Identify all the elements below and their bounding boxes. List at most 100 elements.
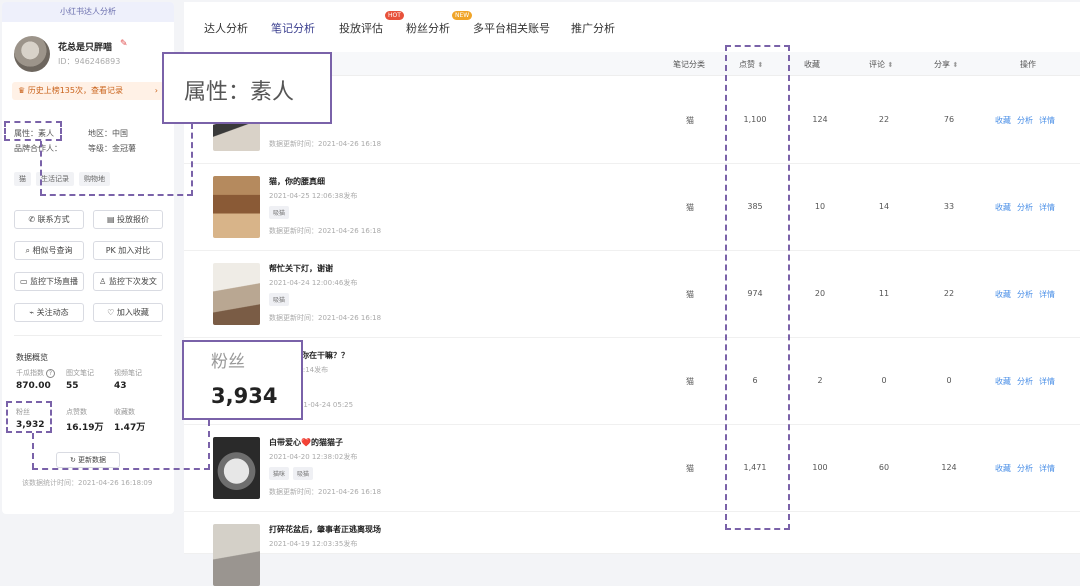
analyze-link[interactable]: 分析	[1017, 290, 1033, 299]
col-actions: 操作	[1020, 60, 1036, 69]
col-comments[interactable]: 评论 ⬍	[869, 59, 893, 70]
analyze-link[interactable]: 分析	[1017, 377, 1033, 386]
hot-badge: HOT	[385, 11, 404, 20]
note-thumbnail[interactable]	[213, 176, 260, 238]
favorite-link[interactable]: 收藏	[995, 116, 1011, 125]
profile: 花总是只胖喵 ✎ ID：946246893	[14, 36, 164, 76]
stat-favorites: 收藏数 1.47万	[114, 407, 145, 433]
tag[interactable]: 猫	[14, 172, 31, 186]
note-shares: 124	[941, 463, 957, 472]
note-comments: 11	[878, 289, 890, 298]
note-date: 2021-04-24 12:00:46发布	[269, 279, 358, 287]
pin-icon: ✎	[120, 39, 128, 49]
note-title[interactable]: 白带爱心❤️的猫猫子	[269, 437, 343, 448]
note-title[interactable]: 打碎花盆后，肇事者正逃离现场	[269, 524, 381, 535]
attribute-highlight	[4, 121, 62, 141]
table-row: 好家伙，你在干嘛？？…3 12:04:14发布…间：2021-04-24 05:…	[184, 338, 1080, 425]
note-tag: 吸猫	[269, 206, 290, 219]
stat-value: 55	[66, 381, 79, 391]
favorite-label: 加入收藏	[116, 308, 149, 317]
connector	[32, 468, 210, 470]
favorite-link[interactable]: 收藏	[995, 377, 1011, 386]
note-category: 猫	[686, 290, 694, 299]
contact-label: 联系方式	[37, 215, 70, 224]
note-shares: 0	[946, 376, 952, 385]
tab-note-analysis[interactable]: 笔记分析	[271, 20, 315, 36]
monitor-live-button[interactable]: ▭ 监控下场直播	[14, 272, 84, 291]
note-favorites: 124	[812, 115, 828, 124]
analyze-link[interactable]: 分析	[1017, 203, 1033, 212]
analyze-link[interactable]: 分析	[1017, 116, 1033, 125]
connector	[32, 433, 34, 469]
note-update-time: 数据更新时间：2021-04-26 16:18	[269, 314, 382, 322]
note-thumbnail[interactable]	[213, 437, 260, 499]
note-tags: 吸猫	[269, 293, 290, 306]
note-tag: 吸猫	[269, 293, 290, 306]
note-comments: 22	[878, 115, 890, 124]
detail-link[interactable]: 详情	[1039, 203, 1055, 212]
note-shares: 33	[943, 202, 955, 211]
tab-blogger-analysis[interactable]: 达人分析	[204, 20, 248, 36]
note-title[interactable]: 帮忙关下灯，谢谢	[269, 263, 333, 274]
refresh-button[interactable]: ↻ 更新数据	[56, 452, 120, 468]
col-shares[interactable]: 分享 ⬍	[934, 59, 958, 70]
note-comments: 14	[878, 202, 890, 211]
avatar[interactable]	[14, 36, 50, 72]
stat-label: 千瓜指数	[16, 369, 44, 377]
favorite-link[interactable]: 收藏	[995, 203, 1011, 212]
compare-button[interactable]: PK 加入对比	[93, 241, 163, 260]
analyze-link[interactable]: 分析	[1017, 464, 1033, 473]
tab-fans-analysis[interactable]: 粉丝分析	[406, 20, 450, 36]
detail-link[interactable]: 详情	[1039, 290, 1055, 299]
similar-search-button[interactable]: ⌕ 相似号查询	[14, 241, 84, 260]
connector	[40, 194, 193, 196]
video-icon: ▭	[19, 277, 31, 286]
follow-button[interactable]: ⌁ 关注动态	[14, 303, 84, 322]
tab-ad-evaluation[interactable]: 投放评估	[339, 20, 383, 36]
note-thumbnail[interactable]	[213, 263, 260, 325]
note-thumbnail[interactable]	[213, 524, 260, 586]
stat-value: 43	[114, 381, 127, 391]
stat-value: 1.47万	[114, 423, 146, 433]
tag[interactable]: 购物地	[79, 172, 110, 186]
note-shares: 22	[943, 289, 955, 298]
tab-multi-platform[interactable]: 多平台相关账号	[473, 20, 550, 36]
contact-button[interactable]: ✆ 联系方式	[14, 210, 84, 229]
history-link[interactable]: ♛ 历史上榜135次，查看记录 ›	[12, 82, 164, 100]
note-title[interactable]: 猫，你的腰真细	[269, 176, 325, 187]
favorite-link[interactable]: 收藏	[995, 464, 1011, 473]
divider	[14, 335, 162, 336]
row-actions: 收藏 分析 详情	[995, 115, 1061, 126]
note-update-time: 数据更新时间：2021-04-26 16:18	[269, 227, 382, 235]
sort-icon: ⬍	[952, 61, 959, 69]
table-row: 帮忙关下灯，谢谢 2021-04-24 12:00:46发布吸猫数据更新时间：20…	[184, 251, 1080, 338]
col-comments-label: 评论	[869, 60, 885, 69]
brand-partner-text: 品牌合作人：	[14, 144, 62, 153]
compare-label: PK 加入对比	[105, 246, 151, 255]
note-comments: 0	[881, 376, 887, 385]
tab-promotion[interactable]: 推广分析	[571, 20, 615, 36]
detail-link[interactable]: 详情	[1039, 464, 1055, 473]
help-icon[interactable]: ?	[46, 369, 55, 378]
fans-callout: 粉丝 3,934	[182, 340, 303, 420]
quote-button[interactable]: ▤ 投放报价	[93, 210, 163, 229]
row-actions: 收藏 分析 详情	[995, 202, 1061, 213]
detail-link[interactable]: 详情	[1039, 377, 1055, 386]
chart-icon: ⌁	[29, 308, 37, 317]
stat-index: 千瓜指数? 870.00	[16, 368, 55, 391]
monitor-post-button[interactable]: ♙ 监控下次发文	[93, 272, 163, 291]
col-category: 笔记分类	[673, 60, 705, 69]
note-tag: 猫咪	[269, 467, 290, 480]
history-text: 历史上榜135次，查看记录	[27, 86, 123, 95]
favorite-link[interactable]: 收藏	[995, 290, 1011, 299]
favorite-button[interactable]: ♡ 加入收藏	[93, 303, 163, 322]
note-update-time: 数据更新时间：2021-04-26 16:18	[269, 140, 382, 148]
monitor-live-label: 监控下场直播	[30, 277, 79, 286]
note-shares: 76	[943, 115, 955, 124]
callout-value: 3,934	[211, 384, 278, 408]
note-comments: 60	[878, 463, 890, 472]
table-row: 打碎花盆后，肇事者正逃离现场 2021-04-19 12:03:35发布	[184, 512, 1080, 586]
tag-list: 猫 生活记录 购物地	[14, 172, 110, 186]
stat-likes: 点赞数 16.19万	[66, 407, 103, 433]
detail-link[interactable]: 详情	[1039, 116, 1055, 125]
